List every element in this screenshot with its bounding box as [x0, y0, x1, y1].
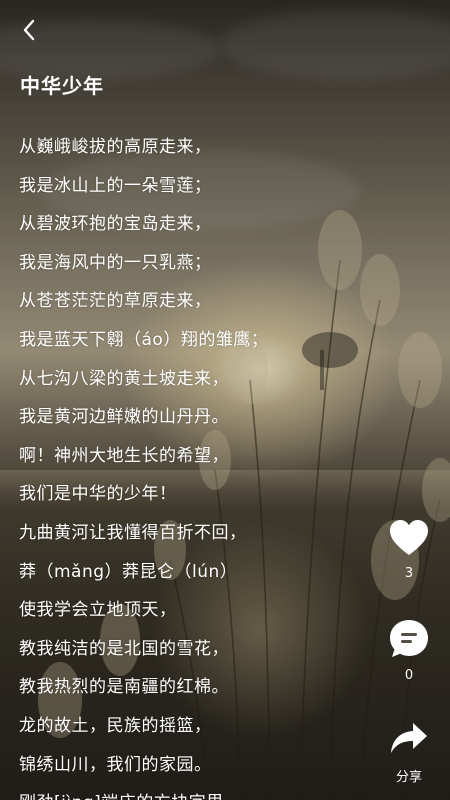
chevron-left-icon [23, 19, 35, 41]
poem-line: 从苍苍茫茫的草原走来， [19, 291, 212, 312]
share-button[interactable]: 分享 [386, 720, 432, 785]
heart-icon [390, 520, 428, 555]
poem-line: 我是冰山上的一朵雪莲； [19, 175, 212, 196]
poem-line: 教我纯洁的是北国的雪花， [19, 638, 229, 659]
poem-line: 从七沟八梁的黄土坡走来， [19, 368, 229, 389]
comment-button[interactable]: 0 [386, 618, 432, 683]
poem-text: 从巍峨峻拔的高原走来， 我是冰山上的一朵雪莲； 从碧波环抱的宝岛走来， 我是海风… [19, 128, 389, 800]
poem-line: 莽（mǎng）莽昆仑（lún） [19, 561, 238, 582]
poem-line: 从巍峨峻拔的高原走来， [19, 137, 212, 157]
poem-line: 从碧波环抱的宝岛走来， [19, 214, 212, 235]
poem-line: 锦绣山川，我们的家园。 [19, 754, 212, 775]
back-button[interactable] [12, 12, 48, 48]
like-button[interactable]: 3 [386, 518, 432, 581]
poem-line: 我是黄河边鲜嫩的山丹丹。 [19, 407, 229, 428]
poem-line: 九曲黄河让我懂得百折不回， [19, 522, 247, 543]
poem-line: 我是蓝天下翱（áo）翔的雏鹰； [19, 329, 269, 350]
poem-line: 我们是中华的少年！ [19, 484, 177, 505]
poem-line: 教我热烈的是南疆的红棉。 [19, 677, 229, 698]
share-label: 分享 [395, 770, 422, 785]
poem-line: 使我学会立地顶天， [19, 600, 177, 621]
poem-line: 刚劲[jìng]端庄的方块字里 [19, 784, 389, 800]
page-title: 中华少年 [20, 74, 104, 98]
like-count: 3 [404, 566, 414, 581]
poem-line: 龙的故土，民族的摇篮， [19, 715, 212, 736]
screen: 中华少年 从巍峨峻拔的高原走来， 我是冰山上的一朵雪莲； 从碧波环抱的宝岛走来，… [0, 0, 450, 800]
share-icon [391, 723, 427, 753]
comment-icon [390, 620, 428, 657]
comment-count: 0 [404, 668, 414, 683]
poem-line: 我是海风中的一只乳燕； [19, 252, 212, 273]
poem-line: 啊！神州大地生长的希望， [19, 445, 229, 466]
